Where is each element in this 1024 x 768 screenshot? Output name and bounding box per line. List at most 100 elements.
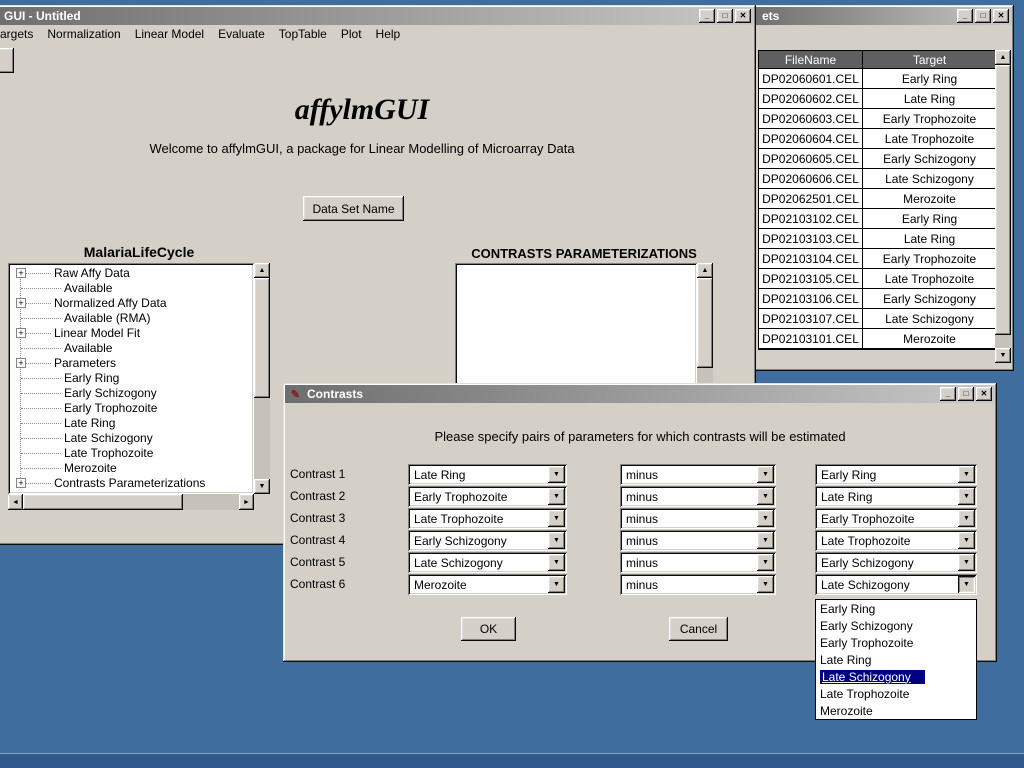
chevron-down-icon[interactable]: ▼ (548, 488, 565, 505)
tree-item-merozoite[interactable]: Merozoite (8, 461, 254, 476)
dropdown-item[interactable]: Late Trophozoite (816, 685, 976, 702)
chevron-down-icon[interactable]: ▼ (548, 576, 565, 593)
chevron-down-icon[interactable]: ▼ (958, 488, 975, 505)
targets-vertical-scrollbar[interactable]: ▲ ▼ (995, 50, 1011, 363)
column-header-filename[interactable]: FileName (759, 51, 863, 69)
toolbar-button[interactable] (0, 48, 14, 73)
scrollbar-thumb[interactable] (697, 278, 713, 368)
contrast5-param1-combo[interactable]: Late Schizogony ▼ (408, 552, 567, 573)
tree-item-normalized-affy-data[interactable]: + Normalized Affy Data (8, 296, 254, 311)
contrast2-operator-combo[interactable]: minus ▼ (620, 486, 776, 507)
contrast3-param2-combo[interactable]: Early Trophozoite ▼ (815, 508, 977, 529)
contrast1-param2-combo[interactable]: Early Ring ▼ (815, 464, 977, 485)
contrast2-param2-combo[interactable]: Late Ring ▼ (815, 486, 977, 507)
tree-item-late-trophozoite[interactable]: Late Trophozoite (8, 446, 254, 461)
tree-expand-icon[interactable]: + (16, 478, 26, 488)
scrollbar-thumb[interactable] (23, 494, 183, 510)
menu-plot[interactable]: Plot (334, 27, 369, 41)
chevron-down-icon[interactable]: ▼ (757, 554, 774, 571)
tree-item-late-ring[interactable]: Late Ring (8, 416, 254, 431)
tree-item-early-trophozoite[interactable]: Early Trophozoite (8, 401, 254, 416)
scrollbar-thumb[interactable] (254, 278, 270, 398)
dropdown-item[interactable]: Early Trophozoite (816, 634, 976, 651)
tree-item-contrasts-parameterizations[interactable]: + Contrasts Parameterizations (8, 476, 254, 491)
table-row[interactable]: DP02062501.CEL Merozoite (759, 189, 996, 209)
table-row[interactable]: DP02103101.CEL Merozoite (759, 329, 996, 349)
minimize-button[interactable]: _ (940, 387, 956, 401)
menu-help[interactable]: Help (369, 27, 408, 41)
table-row[interactable]: DP02103102.CEL Early Ring (759, 209, 996, 229)
dropdown-item-selected[interactable]: Late Schizogony (816, 668, 976, 685)
tree-expand-icon[interactable]: + (16, 298, 26, 308)
tree-item-raw-affy-data[interactable]: + Raw Affy Data (8, 266, 254, 281)
ok-button[interactable]: OK (461, 617, 516, 641)
close-button[interactable]: ✕ (735, 9, 751, 23)
tree-vertical-scrollbar[interactable]: ▲ ▼ (254, 263, 270, 494)
tree-view[interactable]: + Raw Affy Data Available + Normalized A… (8, 263, 254, 494)
chevron-down-icon[interactable]: ▼ (958, 466, 975, 483)
cancel-button[interactable]: Cancel (669, 617, 728, 641)
chevron-down-icon[interactable]: ▼ (958, 510, 975, 527)
menu-targets[interactable]: argets (0, 27, 40, 41)
table-row[interactable]: DP02060606.CEL Late Schizogony (759, 169, 996, 189)
scroll-left-icon[interactable]: ◄ (8, 494, 23, 510)
targets-titlebar[interactable]: ets _ □ ✕ (750, 7, 1012, 25)
table-row[interactable]: DP02060603.CEL Early Trophozoite (759, 109, 996, 129)
tree-expand-icon[interactable]: + (16, 268, 26, 278)
scroll-up-icon[interactable]: ▲ (995, 50, 1011, 65)
contrast6-param1-combo[interactable]: Merozoite ▼ (408, 574, 567, 595)
chevron-down-icon[interactable]: ▼ (958, 554, 975, 571)
minimize-button[interactable]: _ (957, 9, 973, 23)
dropdown-item[interactable]: Early Schizogony (816, 617, 976, 634)
contrast3-operator-combo[interactable]: minus ▼ (620, 508, 776, 529)
minimize-button[interactable]: _ (699, 9, 715, 23)
tree-item-early-schizogony[interactable]: Early Schizogony (8, 386, 254, 401)
contrast4-param1-combo[interactable]: Early Schizogony ▼ (408, 530, 567, 551)
contrast2-param1-combo[interactable]: Early Trophozoite ▼ (408, 486, 567, 507)
main-titlebar[interactable]: GUI - Untitled _ □ ✕ (0, 7, 754, 25)
contrasts-titlebar[interactable]: ✎ Contrasts _ □ ✕ (285, 385, 995, 403)
chevron-down-icon[interactable]: ▼ (757, 510, 774, 527)
menu-evaluate[interactable]: Evaluate (211, 27, 272, 41)
tree-expand-icon[interactable]: + (16, 328, 26, 338)
tree-expand-icon[interactable]: + (16, 358, 26, 368)
tree-item-available-rma[interactable]: Available (RMA) (8, 311, 254, 326)
tree-item-fit-available[interactable]: Available (8, 341, 254, 356)
contrast1-param1-combo[interactable]: Late Ring ▼ (408, 464, 567, 485)
chevron-down-icon[interactable]: ▼ (757, 532, 774, 549)
scroll-up-icon[interactable]: ▲ (697, 263, 713, 278)
chevron-down-icon[interactable]: ▼ (757, 576, 774, 593)
table-row[interactable]: DP02060601.CEL Early Ring (759, 69, 996, 89)
chevron-down-icon[interactable]: ▼ (757, 488, 774, 505)
scroll-down-icon[interactable]: ▼ (995, 348, 1011, 363)
dropdown-item[interactable]: Late Ring (816, 651, 976, 668)
chevron-down-icon[interactable]: ▼ (548, 510, 565, 527)
scroll-up-icon[interactable]: ▲ (254, 263, 270, 278)
chevron-down-icon[interactable]: ▼ (548, 554, 565, 571)
close-button[interactable]: ✕ (993, 9, 1009, 23)
column-header-target[interactable]: Target (863, 51, 996, 69)
dropdown-item[interactable]: Merozoite (816, 702, 976, 719)
maximize-button[interactable]: □ (717, 9, 733, 23)
menu-linear-model[interactable]: Linear Model (128, 27, 211, 41)
table-row[interactable]: DP02103106.CEL Early Schizogony (759, 289, 996, 309)
tree-item-late-schizogony[interactable]: Late Schizogony (8, 431, 254, 446)
contrast1-operator-combo[interactable]: minus ▼ (620, 464, 776, 485)
contrast6-operator-combo[interactable]: minus ▼ (620, 574, 776, 595)
table-row[interactable]: DP02060604.CEL Late Trophozoite (759, 129, 996, 149)
tree-item-linear-model-fit[interactable]: + Linear Model Fit (8, 326, 254, 341)
table-row[interactable]: DP02103103.CEL Late Ring (759, 229, 996, 249)
scroll-down-icon[interactable]: ▼ (254, 479, 270, 494)
menu-normalization[interactable]: Normalization (40, 27, 127, 41)
chevron-down-icon[interactable]: ▼ (757, 466, 774, 483)
table-row[interactable]: DP02103107.CEL Late Schizogony (759, 309, 996, 329)
chevron-down-icon[interactable]: ▼ (548, 466, 565, 483)
maximize-button[interactable]: □ (975, 9, 991, 23)
tree-item-raw-available[interactable]: Available (8, 281, 254, 296)
tree-item-parameters[interactable]: + Parameters (8, 356, 254, 371)
contrast6-param2-combo-open[interactable]: Late Schizogony ▼ (815, 574, 977, 595)
table-row[interactable]: DP02060602.CEL Late Ring (759, 89, 996, 109)
table-row[interactable]: DP02103105.CEL Late Trophozoite (759, 269, 996, 289)
dataset-name-button[interactable]: Data Set Name (303, 196, 404, 221)
scroll-right-icon[interactable]: ► (239, 494, 254, 510)
